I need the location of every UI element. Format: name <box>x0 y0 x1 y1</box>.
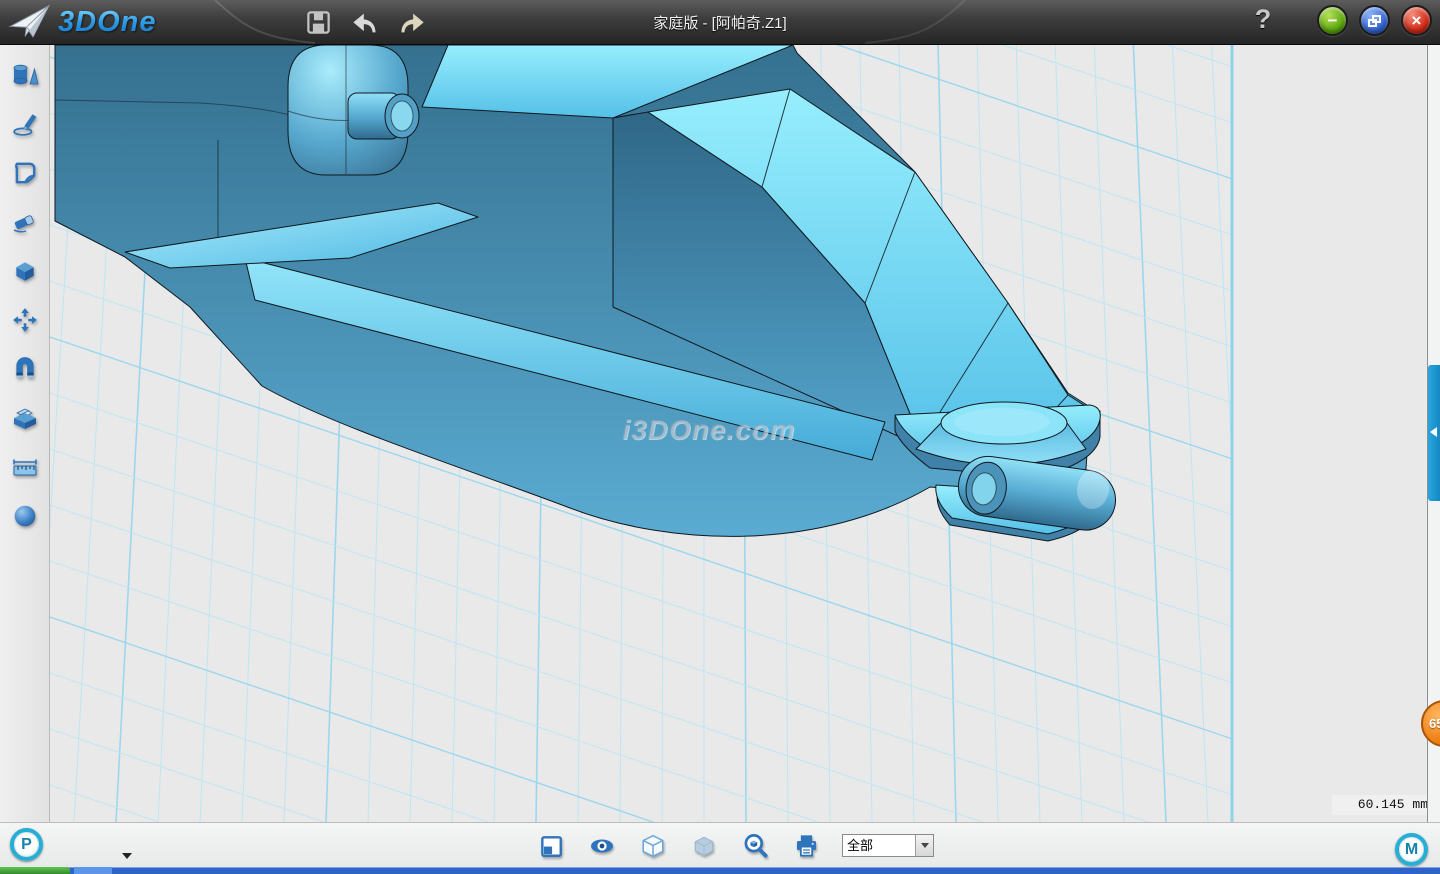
save-floppy-icon <box>305 9 332 36</box>
eye-icon <box>588 833 616 859</box>
sidebar-item-measure[interactable] <box>8 453 42 481</box>
wireframe-display-button[interactable] <box>638 831 668 861</box>
os-taskbar-sliver <box>0 867 1440 874</box>
undo-button[interactable] <box>350 8 380 38</box>
visibility-button[interactable] <box>587 831 617 861</box>
chevron-left-icon <box>1430 427 1437 437</box>
status-bar: P <box>0 822 1440 867</box>
redo-button[interactable] <box>397 8 427 38</box>
sketch-plane-icon <box>12 160 38 186</box>
sidebar-item-features[interactable] <box>8 257 42 285</box>
view-toolbar: 全部 <box>536 823 934 868</box>
restore-icon <box>1368 15 1381 27</box>
app-logo: 3DOne <box>8 4 156 40</box>
profile-p-badge[interactable]: P <box>10 828 43 861</box>
sidebar-item-sketch[interactable] <box>8 110 42 138</box>
start-button-sliver[interactable] <box>0 867 70 874</box>
sketch-pen-icon <box>12 111 38 137</box>
feature-cube-icon <box>12 258 38 284</box>
redo-arrow-icon <box>398 9 426 37</box>
view-pane-button[interactable] <box>536 831 566 861</box>
titlebar-quick-tools <box>303 0 427 45</box>
sidebar-item-material[interactable] <box>8 502 42 530</box>
paper-plane-icon <box>7 3 53 42</box>
display-filter-value: 全部 <box>843 835 915 856</box>
title-bar: 3DOne 家庭版 - [阿帕奇.Z1] ? <box>0 0 1440 45</box>
save-button[interactable] <box>303 8 333 38</box>
help-button[interactable]: ? <box>1248 4 1278 40</box>
eraser-icon <box>11 209 39 235</box>
window-controls: − × <box>1317 5 1432 36</box>
sidebar-item-erase[interactable] <box>8 208 42 236</box>
sidebar-item-sketch-plane[interactable] <box>8 159 42 187</box>
shaded-cube-icon <box>691 833 717 859</box>
print-button[interactable] <box>791 831 821 861</box>
panel-expand-tab[interactable] <box>1428 365 1440 501</box>
sidebar-item-assembly[interactable] <box>8 355 42 383</box>
pane-icon <box>538 833 564 859</box>
dimension-readout: 60.145 mm <box>1332 795 1432 815</box>
display-filter-dropdown[interactable]: 全部 <box>842 834 934 857</box>
magnet-icon <box>12 356 38 382</box>
sidebar-item-special-features[interactable] <box>8 404 42 432</box>
p-badge-caret-icon[interactable] <box>122 853 132 859</box>
restore-button[interactable] <box>1359 5 1390 36</box>
printer-icon <box>793 832 820 859</box>
sidebar-item-primitives[interactable] <box>8 61 42 89</box>
undo-arrow-icon <box>351 9 379 37</box>
minimize-button[interactable]: − <box>1317 5 1348 36</box>
apache-model <box>50 45 1440 822</box>
app-logo-text: 3DOne <box>58 6 156 39</box>
close-button[interactable]: × <box>1401 5 1432 36</box>
wireframe-cube-icon <box>640 833 666 859</box>
tool-sidebar <box>0 45 50 822</box>
3done-app-window: 3DOne 家庭版 - [阿帕奇.Z1] ? <box>0 0 1440 874</box>
box-stack-icon <box>11 405 39 431</box>
viewport-3d[interactable]: i3DOne.com 60.145 mm 65 <box>50 45 1440 822</box>
shaded-display-button[interactable] <box>689 831 719 861</box>
taskbar-task-sliver[interactable] <box>74 867 112 874</box>
dropdown-button[interactable] <box>915 835 933 856</box>
ruler-icon <box>11 455 39 479</box>
sidebar-item-move[interactable] <box>8 306 42 334</box>
move-arrows-icon <box>12 307 38 333</box>
profile-m-badge[interactable]: M <box>1395 833 1428 866</box>
magnifier-icon <box>742 832 769 859</box>
chevron-down-icon <box>921 843 929 848</box>
taskbar-highlight <box>0 867 1440 868</box>
primitives-icon <box>11 62 39 88</box>
zoom-button[interactable] <box>740 831 770 861</box>
material-sphere-icon <box>12 503 38 529</box>
titlebar-curve-decoration <box>0 0 1440 45</box>
